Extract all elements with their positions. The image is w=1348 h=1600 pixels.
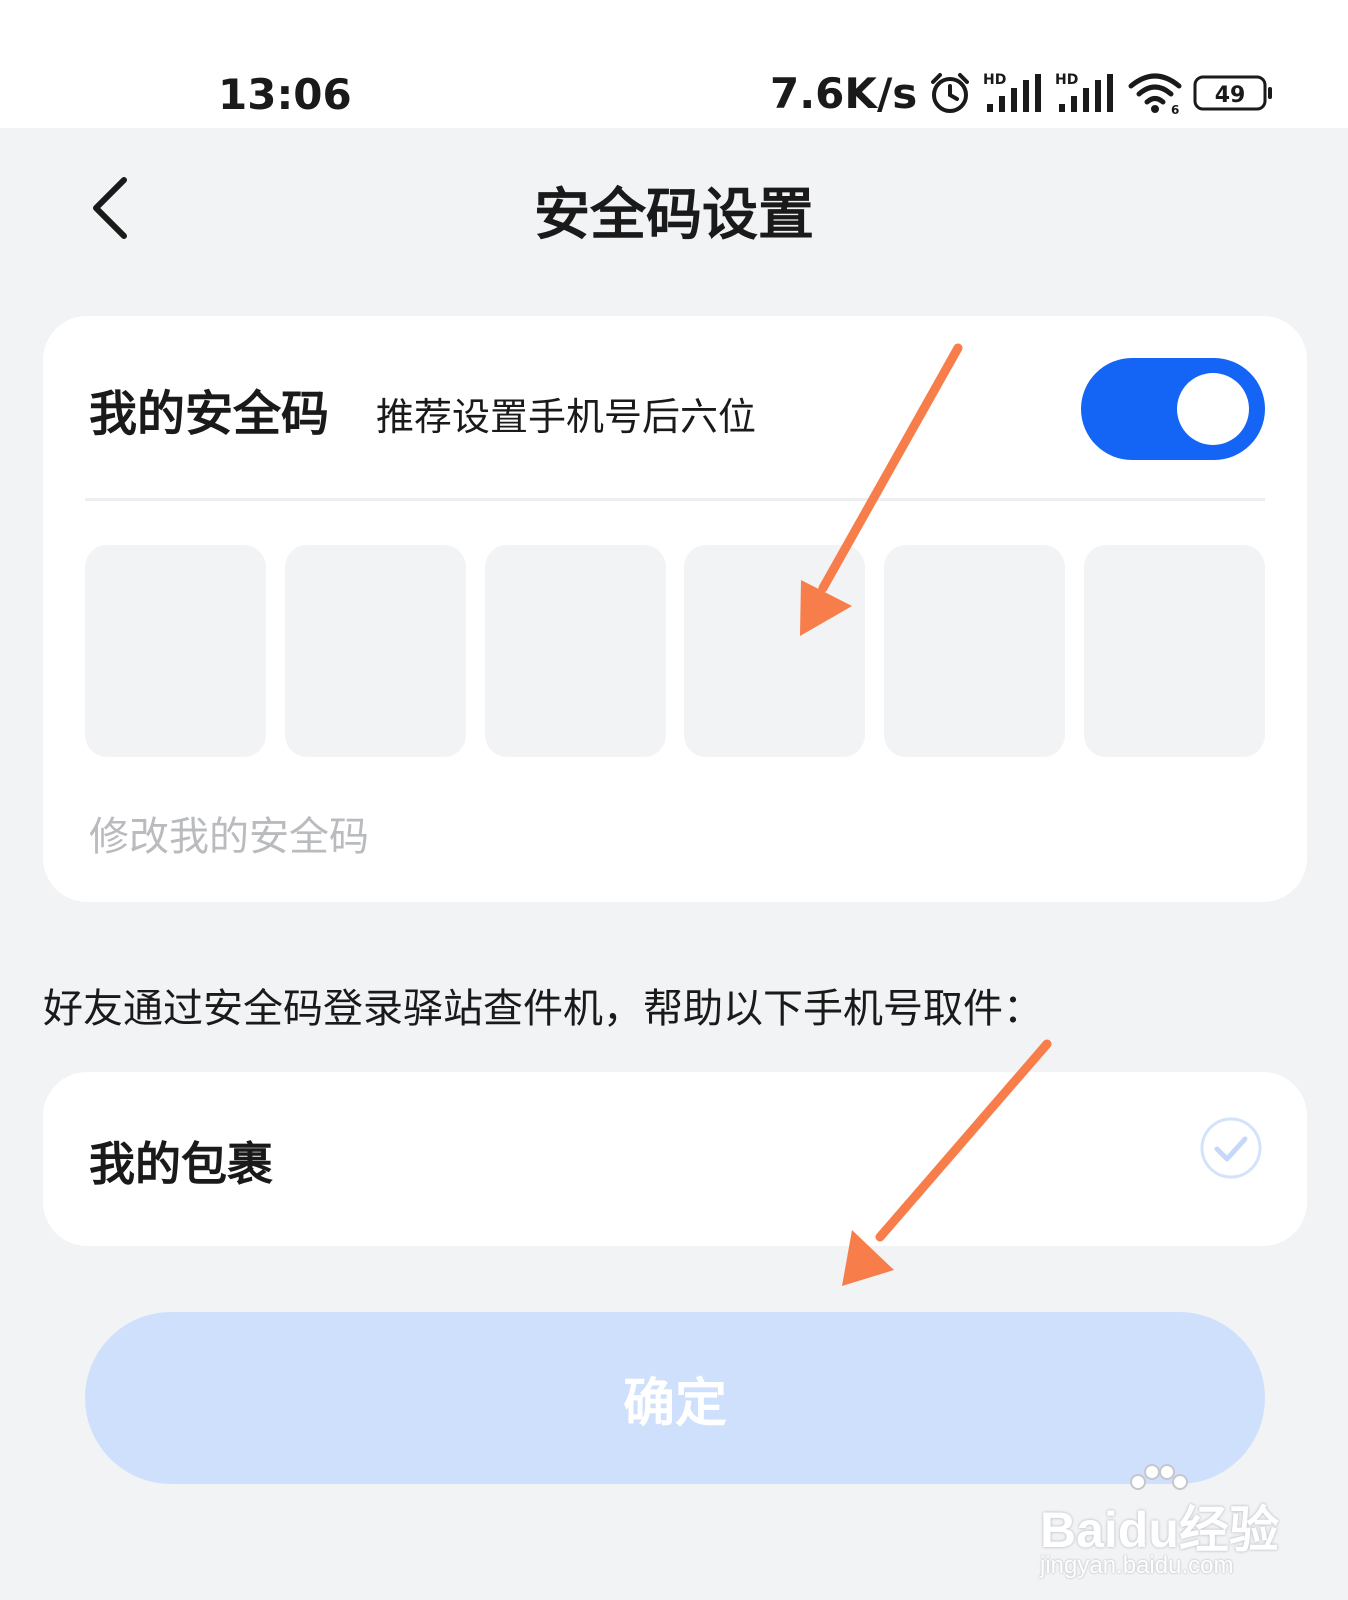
security-code-toggle[interactable]	[1081, 358, 1265, 460]
code-digit-box-3[interactable]	[484, 545, 666, 757]
modify-code-link[interactable]: 修改我的安全码	[89, 804, 369, 862]
status-bar: 13:06 7.6K/s HD HD 6 49	[0, 0, 1348, 128]
svg-text:6: 6	[1171, 103, 1179, 116]
battery-icon: 49	[1193, 75, 1273, 111]
page-title: 安全码设置	[534, 183, 814, 248]
status-time: 13:06	[218, 70, 352, 119]
confirm-button[interactable]: 确定	[85, 1312, 1265, 1484]
parcel-label: 我的包裹	[89, 1137, 273, 1191]
svg-text:HD: HD	[1055, 72, 1078, 88]
code-digit-box-6[interactable]	[1083, 545, 1265, 757]
toggle-knob	[1177, 373, 1249, 445]
code-digit-box-1[interactable]	[85, 545, 266, 757]
hd-signal-icon: HD	[983, 72, 1042, 112]
alarm-icon	[931, 73, 970, 113]
code-digit-box-4[interactable]	[684, 545, 866, 757]
watermark-url: jingyan.baidu.com	[1040, 1552, 1234, 1579]
code-digit-box-2[interactable]	[284, 545, 466, 757]
pickup-description: 好友通过安全码登录驿站查件机，帮助以下手机号取件：	[43, 986, 1043, 1032]
divider	[85, 498, 1265, 501]
check-circle-icon[interactable]	[1199, 1116, 1263, 1180]
status-icons: 7.6K/s HD HD 6 49	[770, 68, 1275, 118]
battery-level: 49	[1215, 83, 1246, 108]
svg-text:HD: HD	[983, 72, 1006, 88]
baidu-watermark: Baidu经验 jingyan.baidu.com	[1030, 1460, 1320, 1590]
network-speed: 7.6K/s	[770, 68, 918, 118]
hd-signal-icon: HD	[1055, 72, 1114, 112]
wifi-icon: 6	[1128, 73, 1182, 116]
header: 安全码设置	[0, 128, 1348, 278]
code-digit-box-5[interactable]	[884, 545, 1066, 757]
code-input-group	[85, 545, 1265, 757]
security-code-title: 我的安全码	[89, 386, 330, 442]
parcel-item[interactable]: 我的包裹	[43, 1072, 1307, 1246]
security-code-hint: 推荐设置手机号后六位	[376, 395, 757, 439]
security-code-card: 我的安全码 推荐设置手机号后六位 修改我的安全码	[43, 316, 1307, 902]
